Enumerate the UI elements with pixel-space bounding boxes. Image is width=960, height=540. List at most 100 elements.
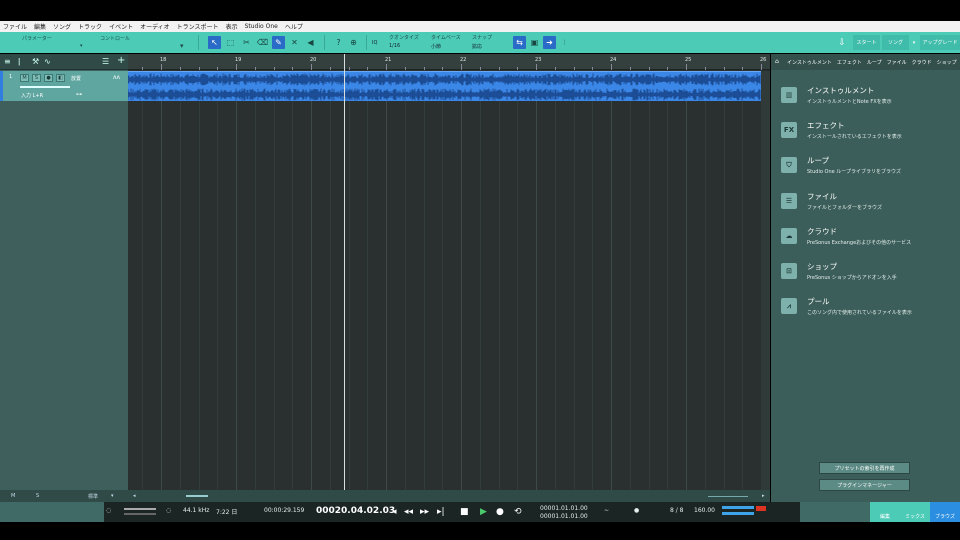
vertical-scrollbar[interactable]	[761, 71, 770, 490]
start-page-icon[interactable]: ⇩	[832, 35, 852, 50]
arrange-view[interactable]: 18 19 20 21 22 23 24 25 26	[128, 54, 770, 490]
monitor-icon[interactable]: ◧	[56, 74, 65, 82]
loop-icon[interactable]: ⟲	[514, 507, 522, 517]
rewind-icon[interactable]: ◂◂	[404, 507, 413, 517]
menu-help[interactable]: ヘルプ	[285, 22, 303, 31]
mute-tool-icon[interactable]: ✕	[288, 36, 301, 49]
mute-all-button[interactable]: M	[11, 493, 15, 499]
song-button[interactable]: ソング	[882, 35, 909, 50]
scroll-right-icon[interactable]: ▸	[762, 493, 765, 499]
parameter-dropdown-icon[interactable]: ▾	[80, 43, 83, 49]
menu-audio[interactable]: オーディオ	[140, 22, 170, 31]
home-icon[interactable]: ⌂	[775, 58, 779, 65]
volume-slider[interactable]	[20, 86, 70, 88]
tab-shop[interactable]: ショップ	[937, 59, 957, 66]
browser-item-shop[interactable]: ⊡ ショップ PreSonus ショップからアドオンを入手	[781, 261, 951, 291]
arrow-tool-icon[interactable]: ↖	[208, 36, 221, 49]
browser-item-effects[interactable]: FX エフェクト インストールされているエフェクトを表示	[781, 120, 951, 150]
snap-mode-icon[interactable]: ⇆	[513, 36, 526, 49]
precount-icon[interactable]: ∼	[604, 507, 609, 514]
help-icon[interactable]: ?	[332, 36, 345, 49]
track-list-icon[interactable]: ☰	[102, 57, 109, 66]
time-signature[interactable]: 8 / 8	[670, 507, 683, 514]
ruler-tick	[742, 67, 744, 70]
solo-button[interactable]: S	[32, 74, 41, 82]
quantize-value[interactable]: 1/16	[389, 43, 400, 49]
tab-instruments[interactable]: インストゥルメント	[787, 59, 832, 66]
timebase-value[interactable]: 小節	[431, 43, 441, 50]
browser-item-loops[interactable]: ⛉ ループ Studio One ループライブラリをブラウズ	[781, 155, 951, 185]
forward-icon[interactable]: ▸▸	[420, 507, 429, 517]
audio-event[interactable]	[128, 71, 761, 101]
menu-edit[interactable]: 編集	[34, 22, 46, 31]
play-icon[interactable]: ▶	[480, 507, 487, 517]
menu-transport[interactable]: トランスポート	[177, 22, 219, 31]
track-name[interactable]: 放置	[71, 75, 81, 82]
menu-track[interactable]: トラック	[78, 22, 102, 31]
plugin-manager-button[interactable]: プラグインマネージャー	[819, 479, 910, 491]
stop-icon[interactable]: ■	[460, 507, 469, 517]
inspector-icon[interactable]: ǀ	[18, 57, 20, 66]
tab-loops[interactable]: ループ	[867, 59, 882, 66]
browser-item-instruments[interactable]: ▥ インストゥルメント インストゥルメントとNote FXを表示	[781, 85, 951, 115]
menu-file[interactable]: ファイル	[3, 22, 27, 31]
menu-view[interactable]: 表示	[226, 22, 238, 31]
tempo-display[interactable]: 160.00	[694, 507, 715, 514]
menu-studio-one[interactable]: Studio One	[245, 23, 278, 30]
loop-end[interactable]: 00001.01.01.00	[540, 513, 588, 520]
scroll-left-icon[interactable]: ◂	[133, 493, 136, 499]
control-dropdown-icon[interactable]: ▾	[180, 42, 184, 50]
snap-value[interactable]: 拡応	[472, 43, 482, 50]
split-tool-icon[interactable]: ✂	[240, 36, 253, 49]
solo-all-button[interactable]: S	[36, 493, 39, 499]
ruler-bar-label: 25	[685, 57, 692, 63]
playhead-cursor[interactable]	[344, 54, 345, 490]
page-mix-button[interactable]: ミックス	[900, 502, 930, 522]
rebuild-preset-index-button[interactable]: プリセットの索引を再作成	[819, 462, 910, 474]
tab-effects[interactable]: エフェクト	[837, 59, 862, 66]
upgrade-button[interactable]: アップグレード	[920, 35, 960, 50]
record-icon[interactable]: ●	[496, 507, 504, 517]
grid-line	[442, 71, 444, 490]
add-track-icon[interactable]: +	[117, 55, 125, 66]
page-edit-button[interactable]: 編集	[870, 502, 900, 522]
listen-tool-icon[interactable]: ◀	[304, 36, 317, 49]
automation-icon[interactable]: ∿	[44, 57, 51, 66]
start-button[interactable]: スタート	[853, 35, 880, 50]
track-header-1[interactable]: 1 M S ● ◧ 放置 ʌʌ 入力 L+R ⊶	[0, 71, 128, 101]
snap-grid-icon[interactable]: ▣	[528, 36, 541, 49]
horizontal-scrollbar-thumb[interactable]	[186, 495, 208, 497]
tab-files[interactable]: ファイル	[887, 59, 907, 66]
iq-button[interactable]: IQ	[372, 40, 377, 46]
menu-icon[interactable]: ≡	[4, 57, 11, 66]
dropdown-icon[interactable]: ▾	[111, 493, 114, 499]
tab-cloud[interactable]: クラウド	[912, 59, 932, 66]
pencil-tool-icon[interactable]: ✎	[272, 36, 285, 49]
mute-button[interactable]: M	[20, 74, 29, 82]
zoom-icon[interactable]: ⊕	[347, 36, 360, 49]
menu-event[interactable]: イベント	[109, 22, 133, 31]
input-selector[interactable]: 入力 L+R	[21, 92, 43, 99]
record-arm-icon[interactable]: ●	[44, 74, 53, 82]
page-browse-button[interactable]: ブラウズ	[930, 502, 960, 522]
browser-item-files[interactable]: ☰ ファイル ファイルとフォルダーをブラウズ	[781, 191, 951, 221]
toolbar-more-icon[interactable]: ⋮	[558, 36, 571, 49]
rewind-start-icon[interactable]: ◂	[392, 507, 397, 517]
snap-arrow-icon[interactable]: ➜	[543, 36, 556, 49]
timeline-ruler[interactable]: 18 19 20 21 22 23 24 25 26	[128, 54, 770, 70]
metronome-icon[interactable]: ◌	[166, 507, 171, 514]
zoom-slider[interactable]	[708, 496, 748, 497]
browser-item-cloud[interactable]: ☁ クラウド PreSonus Exchangeおよびその他のサービス	[781, 226, 951, 256]
toggle-icon[interactable]: ⊶	[76, 91, 82, 98]
position-display[interactable]: 00020.04.02.03	[316, 506, 395, 516]
range-tool-icon[interactable]: ⬚	[224, 36, 237, 49]
browser-item-pool[interactable]: ⩘ プール このソング内で使用されているファイルを表示	[781, 296, 951, 326]
end-icon[interactable]: ▸|	[437, 507, 445, 517]
wrench-icon[interactable]: ⚒	[32, 57, 39, 66]
track-height-selector[interactable]: 標準	[88, 493, 98, 500]
menu-song[interactable]: ソング	[53, 22, 71, 31]
loop-start[interactable]: 00001.01.01.00	[540, 505, 588, 512]
song-dropdown-icon[interactable]: ▾	[910, 35, 918, 50]
click-icon[interactable]: ●	[634, 507, 639, 514]
eraser-tool-icon[interactable]: ⌫	[256, 36, 269, 49]
